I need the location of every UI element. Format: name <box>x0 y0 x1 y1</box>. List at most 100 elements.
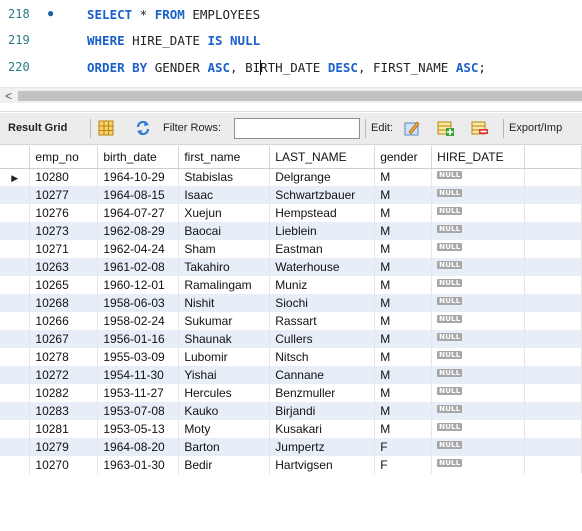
column-header-emp-no[interactable]: emp_no <box>29 146 99 169</box>
cell-hire-date[interactable]: NULL <box>431 402 526 420</box>
cell-birth-date[interactable]: 1962-04-24 <box>97 240 180 258</box>
cell-hire-date[interactable]: NULL <box>431 456 526 474</box>
cell-birth-date[interactable]: 1958-06-03 <box>97 294 180 312</box>
cell-first-name[interactable]: Shaunak <box>178 330 271 348</box>
editor-horizontal-scrollbar[interactable]: < <box>0 87 582 103</box>
row-marker[interactable] <box>0 258 31 276</box>
cell-emp-no[interactable]: 10279 <box>29 438 99 456</box>
table-row[interactable]: 10263 1961-02-08 Takahiro Waterhouse M NULL <box>0 258 582 276</box>
cell-gender[interactable]: M <box>374 222 433 240</box>
cell-birth-date[interactable]: 1964-08-20 <box>97 438 180 456</box>
cell-hire-date[interactable]: NULL <box>431 366 526 384</box>
cell-last-name[interactable]: Waterhouse <box>269 258 376 276</box>
cell-last-name[interactable]: Eastman <box>269 240 376 258</box>
cell-emp-no[interactable]: 10278 <box>29 348 99 366</box>
column-header-last-name[interactable]: LAST_NAME <box>269 146 376 169</box>
cell-hire-date[interactable]: NULL <box>431 348 526 366</box>
cell-gender[interactable]: M <box>374 240 433 258</box>
cell-last-name[interactable]: Cannane <box>269 366 376 384</box>
column-header-hire-date[interactable]: HIRE_DATE <box>431 146 526 169</box>
add-row-icon[interactable] <box>436 119 454 137</box>
cell-emp-no[interactable]: 10281 <box>29 420 99 438</box>
cell-hire-date[interactable]: NULL <box>431 204 526 222</box>
cell-birth-date[interactable]: 1964-07-27 <box>97 204 180 222</box>
export-import-label[interactable]: Export/Imp <box>509 122 562 134</box>
result-grid-tab[interactable]: Result Grid <box>8 122 67 134</box>
row-marker[interactable] <box>0 456 31 474</box>
cell-last-name[interactable]: Muniz <box>269 276 376 294</box>
cell-last-name[interactable]: Siochi <box>269 294 376 312</box>
cell-first-name[interactable]: Isaac <box>178 186 271 204</box>
row-marker[interactable] <box>0 402 31 420</box>
cell-first-name[interactable]: Sham <box>178 240 271 258</box>
row-marker[interactable] <box>0 294 31 312</box>
row-marker[interactable] <box>0 204 31 222</box>
delete-row-icon[interactable] <box>470 119 488 137</box>
cell-last-name[interactable]: Delgrange <box>269 168 376 186</box>
table-row[interactable]: 10283 1953-07-08 Kauko Birjandi M NULL <box>0 402 582 420</box>
cell-birth-date[interactable]: 1955-03-09 <box>97 348 180 366</box>
cell-first-name[interactable]: Moty <box>178 420 271 438</box>
code-line-219[interactable]: 219 WHERE HIRE_DATE IS NULL <box>0 30 582 52</box>
cell-hire-date[interactable]: NULL <box>431 258 526 276</box>
cell-hire-date[interactable]: NULL <box>431 294 526 312</box>
cell-emp-no[interactable]: 10266 <box>29 312 99 330</box>
row-marker[interactable] <box>0 186 31 204</box>
cell-emp-no[interactable]: 10263 <box>29 258 99 276</box>
table-row[interactable]: 10281 1953-05-13 Moty Kusakari M NULL <box>0 420 582 438</box>
column-header-first-name[interactable]: first_name <box>178 146 271 169</box>
cell-gender[interactable]: M <box>374 384 433 402</box>
cell-birth-date[interactable]: 1954-11-30 <box>97 366 180 384</box>
cell-first-name[interactable]: Sukumar <box>178 312 271 330</box>
cell-gender[interactable]: F <box>374 456 433 474</box>
cell-emp-no[interactable]: 10267 <box>29 330 99 348</box>
cell-first-name[interactable]: Kauko <box>178 402 271 420</box>
cell-first-name[interactable]: Yishai <box>178 366 271 384</box>
table-row[interactable]: 10278 1955-03-09 Lubomir Nitsch M NULL <box>0 348 582 366</box>
cell-hire-date[interactable]: NULL <box>431 222 526 240</box>
table-row[interactable]: 10273 1962-08-29 Baocai Lieblein M NULL <box>0 222 582 240</box>
scrollbar-thumb[interactable] <box>18 91 582 101</box>
code-text[interactable]: SELECT * FROM EMPLOYEES <box>87 7 260 22</box>
cell-gender[interactable]: M <box>374 186 433 204</box>
table-row[interactable]: 10272 1954-11-30 Yishai Cannane M NULL <box>0 366 582 384</box>
code-text[interactable]: WHERE HIRE_DATE IS NULL <box>87 33 260 48</box>
cell-first-name[interactable]: Nishit <box>178 294 271 312</box>
cell-gender[interactable]: M <box>374 402 433 420</box>
row-marker[interactable] <box>0 438 31 456</box>
code-text[interactable]: ORDER BY GENDER ASC, BIRTH_DATE DESC, FI… <box>87 60 486 75</box>
cell-gender[interactable]: M <box>374 276 433 294</box>
cell-first-name[interactable]: Barton <box>178 438 271 456</box>
cell-emp-no[interactable]: 10265 <box>29 276 99 294</box>
code-line-220[interactable]: 220 ORDER BY GENDER ASC, BIRTH_DATE DESC… <box>0 57 582 79</box>
cell-emp-no[interactable]: 10283 <box>29 402 99 420</box>
cell-last-name[interactable]: Lieblein <box>269 222 376 240</box>
cell-last-name[interactable]: Kusakari <box>269 420 376 438</box>
table-row[interactable]: 10282 1953-11-27 Hercules Benzmuller M NULL <box>0 384 582 402</box>
filter-rows-input[interactable] <box>234 118 360 139</box>
cell-last-name[interactable]: Benzmuller <box>269 384 376 402</box>
cell-hire-date[interactable]: NULL <box>431 168 526 186</box>
table-row[interactable]: 10276 1964-07-27 Xuejun Hempstead M NULL <box>0 204 582 222</box>
cell-last-name[interactable]: Hartvigsen <box>269 456 376 474</box>
cell-hire-date[interactable]: NULL <box>431 276 526 294</box>
cell-gender[interactable]: M <box>374 294 433 312</box>
cell-first-name[interactable]: Bedir <box>178 456 271 474</box>
row-marker[interactable] <box>0 384 31 402</box>
cell-first-name[interactable]: Hercules <box>178 384 271 402</box>
cell-birth-date[interactable]: 1963-01-30 <box>97 456 180 474</box>
panel-splitter[interactable] <box>0 103 582 112</box>
table-row[interactable]: 10266 1958-02-24 Sukumar Rassart M NULL <box>0 312 582 330</box>
refresh-icon[interactable] <box>134 119 152 137</box>
cell-first-name[interactable]: Takahiro <box>178 258 271 276</box>
cell-last-name[interactable]: Hempstead <box>269 204 376 222</box>
table-row[interactable]: 10270 1963-01-30 Bedir Hartvigsen F NULL <box>0 456 582 474</box>
cell-emp-no[interactable]: 10273 <box>29 222 99 240</box>
cell-birth-date[interactable]: 1960-12-01 <box>97 276 180 294</box>
cell-hire-date[interactable]: NULL <box>431 420 526 438</box>
column-header-birth-date[interactable]: birth_date <box>97 146 180 169</box>
row-marker[interactable] <box>0 366 31 384</box>
cell-gender[interactable]: M <box>374 258 433 276</box>
cell-first-name[interactable]: Stabislas <box>178 168 271 186</box>
row-marker[interactable] <box>0 240 31 258</box>
